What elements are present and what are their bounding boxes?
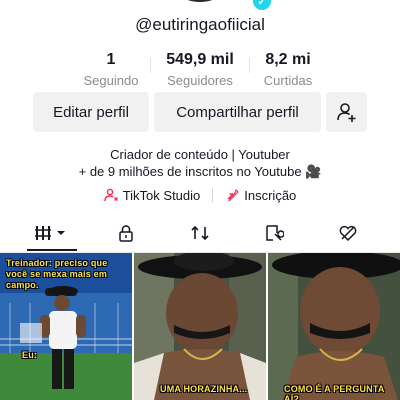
video-thumbnail[interactable]: UMA HORAZINHA... xyxy=(134,253,266,400)
tab-videos[interactable] xyxy=(12,216,92,251)
followers-label: Seguidores xyxy=(167,73,233,88)
subscription-icon xyxy=(227,188,240,201)
followers-count: 549,9 mil xyxy=(166,51,234,68)
profile-links: TikTok Studio Inscrição xyxy=(0,186,400,204)
video-thumbnail[interactable]: COMO É A PERGUNTA AÍ? xyxy=(268,253,400,400)
edit-profile-button[interactable]: Editar perfil xyxy=(33,92,149,132)
stat-following[interactable]: 1 Seguindo xyxy=(61,50,161,90)
profile-bio: Criador de conteúdo | Youtuber + de 9 mi… xyxy=(0,146,400,180)
links-divider xyxy=(212,188,214,202)
video-caption-top: Treinador: preciso que você se mexa mais… xyxy=(6,258,108,290)
share-profile-button[interactable]: Compartilhar perfil xyxy=(154,92,321,132)
video-image-man-hat xyxy=(134,253,266,400)
stat-divider xyxy=(249,57,250,73)
tab-favorites[interactable] xyxy=(234,216,314,250)
subscription-label: Inscrição xyxy=(244,187,297,203)
tab-private[interactable] xyxy=(86,216,166,250)
likes-count: 8,2 mi xyxy=(265,51,311,68)
bio-line-2-text: + de 9 milhões de inscritos no Youtube xyxy=(78,164,302,179)
profile-avatar[interactable] xyxy=(167,0,233,2)
repost-icon xyxy=(191,225,209,241)
tiktok-studio-link[interactable]: TikTok Studio xyxy=(104,187,201,203)
lock-icon xyxy=(119,225,133,242)
username: @eutiringaofiicial xyxy=(135,15,265,34)
tiktok-studio-label: TikTok Studio xyxy=(122,187,201,203)
video-caption-bottom: Eu: xyxy=(22,350,38,360)
verified-badge-icon: ✓ xyxy=(253,0,271,10)
grid-icon xyxy=(35,226,65,240)
tab-reposts[interactable] xyxy=(160,216,240,250)
video-grid: Treinador: preciso que você se mexa mais… xyxy=(0,253,400,400)
studio-person-icon xyxy=(104,188,118,201)
following-count: 1 xyxy=(106,51,116,68)
add-friend-button[interactable] xyxy=(326,92,367,132)
saved-icon xyxy=(266,225,284,241)
bio-line-2: + de 9 milhões de inscritos no Youtube 🎥 xyxy=(0,163,400,180)
stat-divider xyxy=(150,57,151,73)
likes-label: Curtidas xyxy=(263,73,313,88)
add-user-icon xyxy=(336,103,355,122)
video-caption-bottom: UMA HORAZINHA... xyxy=(160,384,248,394)
tab-liked[interactable] xyxy=(308,216,388,250)
profile-tabs xyxy=(0,216,400,253)
video-image-man-closeup xyxy=(268,253,400,400)
stat-followers[interactable]: 549,9 mil Seguidores xyxy=(150,50,250,90)
liked-icon xyxy=(339,225,357,242)
username-row: @eutiringaofiicial xyxy=(0,10,400,40)
stats-row: 1 Seguindo 549,9 mil Seguidores 8,2 mi C… xyxy=(0,50,400,90)
camera-emoji: 🎥 xyxy=(305,164,322,179)
video-caption-bottom: COMO É A PERGUNTA AÍ? xyxy=(284,384,385,400)
subscription-link[interactable]: Inscrição xyxy=(225,188,296,203)
following-label: Seguindo xyxy=(83,73,139,88)
bio-line-1: Criador de conteúdo | Youtuber xyxy=(110,147,290,162)
stat-likes[interactable]: 8,2 mi Curtidas xyxy=(238,50,338,90)
video-thumbnail[interactable]: Treinador: preciso que você se mexa mais… xyxy=(0,253,132,400)
